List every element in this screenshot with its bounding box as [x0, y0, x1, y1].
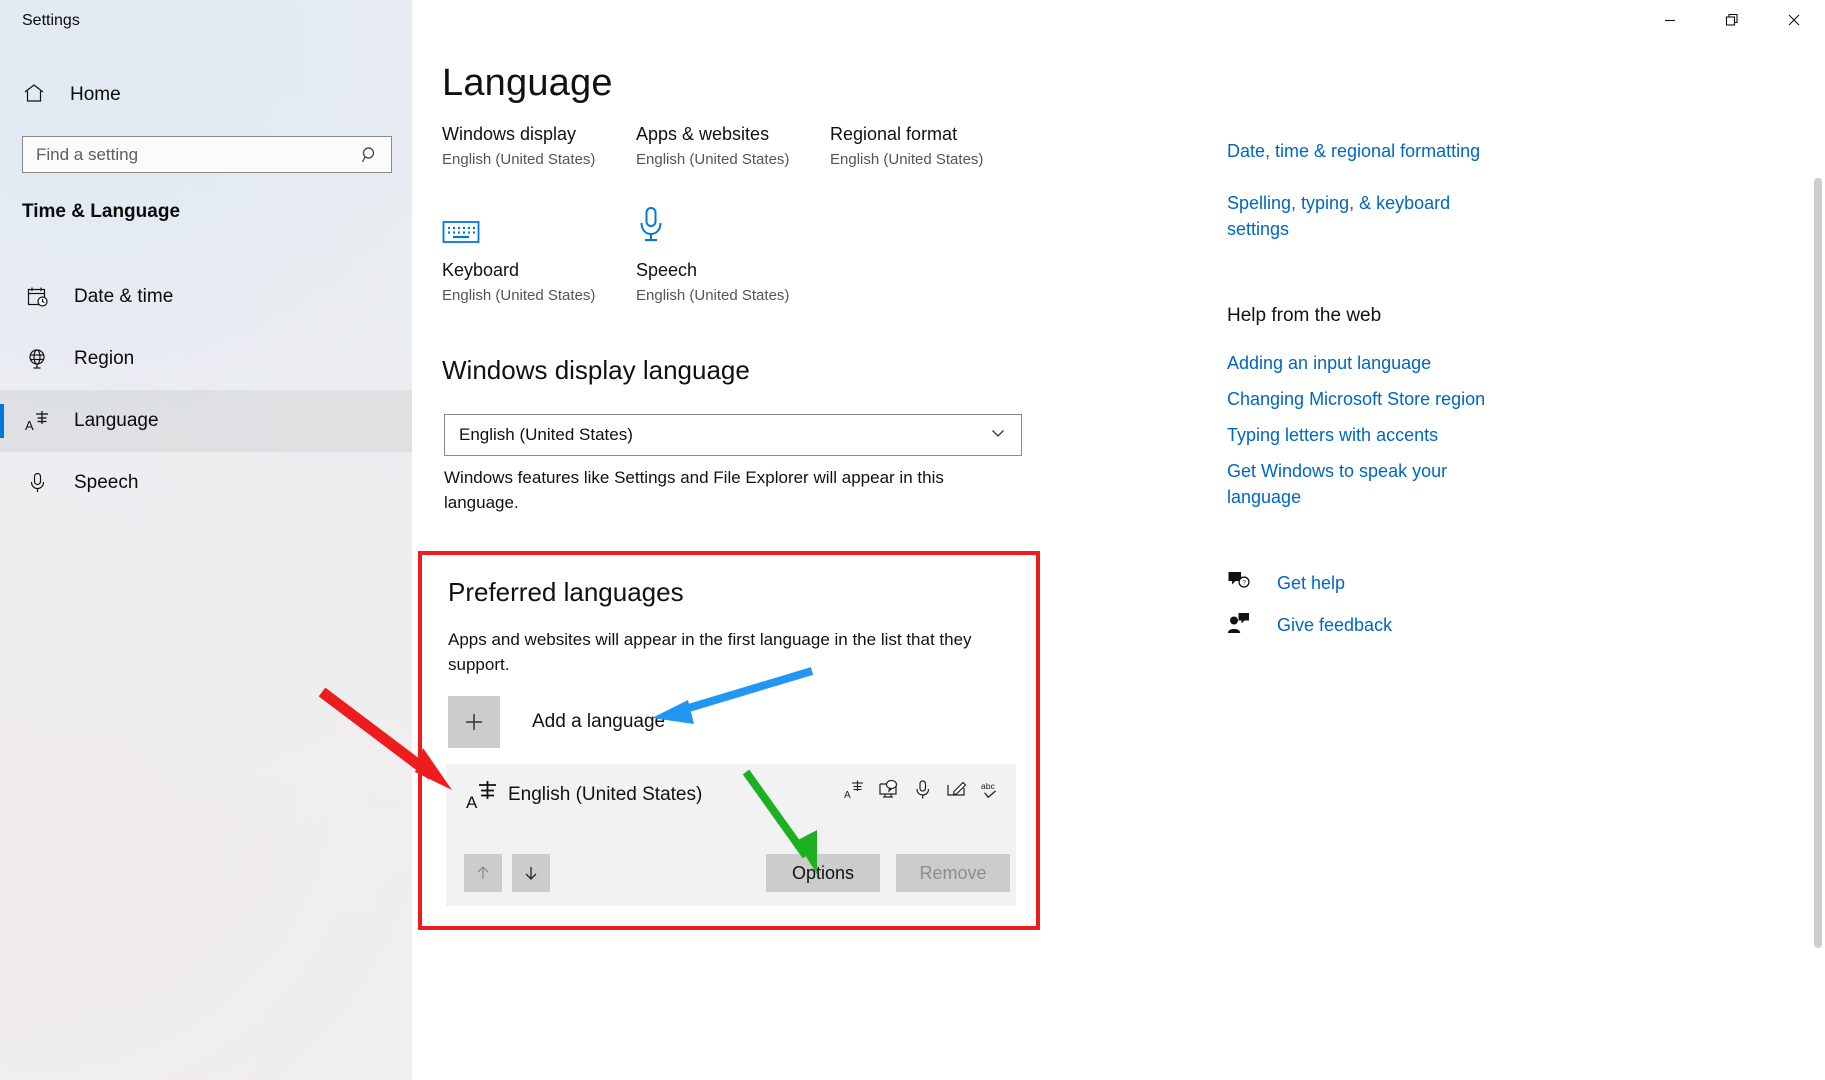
display-language-description: Windows features like Settings and File …: [444, 468, 944, 512]
remove-button[interactable]: Remove: [896, 854, 1010, 892]
microphone-icon: [636, 200, 830, 246]
close-button[interactable]: [1763, 0, 1825, 40]
language-a-icon: A: [22, 408, 54, 434]
preferred-languages-card: Preferred languages Apps and websites wi…: [418, 551, 1040, 930]
sidebar-nav: Date & time Region A Language Speech: [0, 266, 412, 514]
spellcheck-icon[interactable]: abc: [980, 778, 1002, 802]
summary-subtitle: English (United States): [442, 287, 596, 304]
minimize-button[interactable]: [1639, 0, 1701, 40]
svg-text:?: ?: [1242, 580, 1246, 587]
vertical-scrollbar[interactable]: [1811, 40, 1825, 1080]
link-spelling-typing-keyboard[interactable]: Spelling, typing, & keyboard settings: [1227, 190, 1497, 242]
svg-text:A: A: [466, 793, 478, 812]
chevron-down-icon: [989, 424, 1007, 447]
give-feedback-label: Give feedback: [1277, 615, 1393, 635]
summary-subtitle: English (United States): [636, 151, 790, 168]
language-feature-icons: A abc: [844, 778, 1002, 802]
display-language-value: English (United States): [459, 425, 633, 444]
svg-text:abc: abc: [981, 781, 996, 791]
sidebar-item-date-time[interactable]: Date & time: [0, 266, 412, 328]
sidebar-item-date-time-label: Date & time: [74, 286, 174, 307]
restore-button[interactable]: [1701, 0, 1763, 40]
search-input[interactable]: [23, 138, 343, 171]
summary-title: Windows display: [442, 124, 577, 144]
move-down-button[interactable]: [512, 854, 550, 892]
give-feedback-link[interactable]: Give feedback: [1227, 612, 1392, 639]
sidebar-item-speech-label: Speech: [74, 472, 139, 493]
sidebar-item-region[interactable]: Region: [0, 328, 412, 390]
title-bar: Settings: [0, 0, 1825, 40]
preferred-languages-description: Apps and websites will appear in the fir…: [448, 630, 972, 674]
sidebar-item-language-label: Language: [74, 410, 159, 431]
options-button[interactable]: Options: [766, 854, 880, 892]
summary-speech: Speech English (United States): [636, 200, 830, 304]
summary-subtitle: English (United States): [830, 151, 984, 168]
scrollbar-thumb[interactable]: [1814, 178, 1822, 948]
summary-title: Regional format: [830, 124, 958, 144]
get-help-label: Get help: [1277, 573, 1346, 593]
link-changing-store-region[interactable]: Changing Microsoft Store region: [1227, 386, 1527, 412]
summary-title: Keyboard: [442, 260, 520, 280]
handwriting-icon[interactable]: [946, 778, 968, 802]
sidebar-item-home-label: Home: [70, 84, 121, 105]
summary-title: Apps & websites: [636, 124, 770, 144]
language-item-name: English (United States): [508, 784, 703, 805]
summary-row-bottom: Keyboard English (United States) Speech …: [442, 200, 1082, 304]
language-summary: Windows display English (United States) …: [442, 124, 1082, 304]
language-item-header: A English (United States) A abc: [446, 764, 1016, 836]
window-controls: [1639, 0, 1825, 40]
link-typing-letters-accents[interactable]: Typing letters with accents: [1227, 422, 1527, 448]
summary-subtitle: English (United States): [636, 287, 790, 304]
sidebar-item-language[interactable]: A Language: [0, 390, 412, 452]
link-date-time-regional-formatting[interactable]: Date, time & regional formatting: [1227, 138, 1527, 164]
link-windows-speak-language[interactable]: Get Windows to speak your language: [1227, 458, 1477, 510]
help-from-web-heading: Help from the web: [1227, 305, 1382, 326]
language-a-icon: A: [466, 778, 500, 817]
window-title: Settings: [22, 12, 80, 29]
svg-text:A: A: [25, 418, 34, 433]
get-help-link[interactable]: ? Get help: [1227, 570, 1345, 597]
feedback-person-icon: [1227, 612, 1251, 639]
search-icon: [360, 145, 380, 170]
sidebar-item-region-label: Region: [74, 348, 135, 369]
move-up-button[interactable]: [464, 854, 502, 892]
summary-apps-websites: Apps & websites English (United States): [636, 124, 830, 168]
summary-row-top: Windows display English (United States) …: [442, 124, 1082, 168]
language-list-item[interactable]: A English (United States) A abc Options …: [446, 764, 1016, 906]
link-adding-input-language[interactable]: Adding an input language: [1227, 350, 1527, 376]
summary-title: Speech: [636, 260, 698, 280]
sidebar-group-title: Time & Language: [22, 201, 181, 222]
language-item-actions: Options Remove: [446, 854, 1016, 894]
microphone-icon: [22, 471, 54, 495]
summary-windows-display: Windows display English (United States): [442, 124, 636, 168]
sidebar-item-home[interactable]: Home: [0, 74, 412, 116]
summary-regional-format: Regional format English (United States): [830, 124, 1024, 168]
svg-text:A: A: [844, 790, 851, 801]
add-language-button[interactable]: Add a language: [448, 695, 1014, 749]
preferred-languages-heading: Preferred languages: [448, 577, 684, 607]
speech-icon[interactable]: [912, 778, 934, 802]
search-box[interactable]: [22, 136, 392, 173]
add-language-label: Add a language: [532, 711, 666, 732]
calendar-clock-icon: [22, 285, 54, 309]
display-language-icon[interactable]: [878, 778, 900, 802]
plus-icon: [448, 696, 500, 748]
sidebar-item-speech[interactable]: Speech: [0, 452, 412, 514]
language-pack-icon[interactable]: A: [844, 778, 866, 802]
help-bubble-icon: ?: [1227, 570, 1251, 597]
display-language-dropdown[interactable]: English (United States): [444, 414, 1022, 456]
keyboard-icon: [442, 200, 636, 246]
settings-window: Home Time & Language: [0, 0, 1825, 1080]
globe-icon: [22, 347, 54, 371]
page-title: Language: [442, 62, 613, 104]
summary-keyboard: Keyboard English (United States): [442, 200, 636, 304]
summary-subtitle: English (United States): [442, 151, 596, 168]
home-icon: [22, 81, 46, 110]
display-language-heading: Windows display language: [442, 355, 750, 385]
sidebar: Home Time & Language: [0, 0, 412, 1080]
